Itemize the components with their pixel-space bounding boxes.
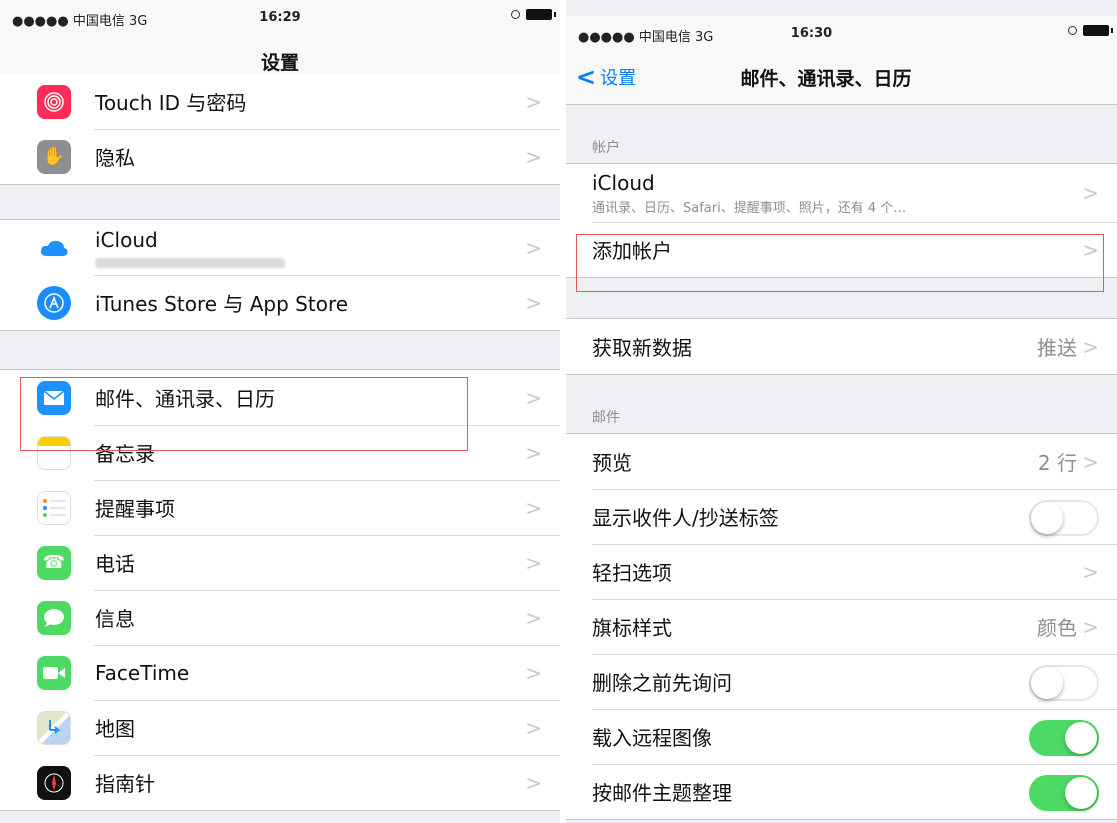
settings-row-mail-contacts-calendars[interactable]: 邮件、通讯录、日历 > xyxy=(0,370,560,425)
settings-row-notes[interactable]: 备忘录 > xyxy=(0,425,560,480)
chevron-right-icon: > xyxy=(525,385,542,410)
swipe-options-row[interactable]: 轻扫选项 > xyxy=(566,544,1117,599)
settings-row-messages[interactable]: 信息 > xyxy=(0,590,560,645)
settings-row-facetime[interactable]: FaceTime > xyxy=(0,645,560,700)
row-value: 推送 xyxy=(1037,336,1077,360)
rotation-lock-icon xyxy=(511,10,520,19)
status-bar: ●●●●● 中国电信 3G 16:30 xyxy=(566,16,1117,50)
chevron-left-icon: < xyxy=(576,63,597,91)
load-remote-images-row: 载入远程图像 xyxy=(566,709,1117,764)
row-label: iTunes Store 与 App Store xyxy=(95,292,349,316)
nav-bar: < 设置 邮件、通讯录、日历 xyxy=(566,50,1117,105)
facetime-icon xyxy=(37,655,71,690)
messages-icon xyxy=(37,600,71,635)
row-label: 备忘录 xyxy=(95,442,155,466)
ask-before-delete-toggle[interactable] xyxy=(1029,665,1099,701)
row-label: FaceTime xyxy=(95,660,190,685)
row-label: 添加帐户 xyxy=(592,239,672,263)
chevron-right-icon: > xyxy=(525,660,542,685)
section-header-mail: 邮件 xyxy=(592,410,620,426)
fetch-new-data-row[interactable]: 获取新数据 推送 > xyxy=(566,319,1117,374)
mail-contacts-calendars-screen: ●●●●● 中国电信 3G 16:30 < 设置 邮件、通讯录、日历 帐户 iC… xyxy=(566,0,1117,823)
chevron-right-icon: > xyxy=(525,715,542,740)
organize-by-thread-toggle[interactable] xyxy=(1029,775,1099,811)
row-label: 指南针 xyxy=(95,772,155,796)
fingerprint-icon xyxy=(37,84,71,119)
chevron-right-icon: > xyxy=(525,290,542,315)
settings-row-reminders[interactable]: 提醒事项 > xyxy=(0,480,560,535)
chevron-right-icon: > xyxy=(525,235,542,260)
settings-screen: ●●●●● 中国电信 3G 16:29 设置 Touch ID 与密码 > ✋ … xyxy=(0,0,560,823)
back-button[interactable]: < 设置 xyxy=(576,64,636,90)
back-label: 设置 xyxy=(600,68,637,89)
chevron-right-icon: > xyxy=(1082,237,1099,262)
phone-icon: ☎ xyxy=(37,545,71,580)
row-label: iCloud xyxy=(592,170,655,195)
chevron-right-icon: > xyxy=(525,605,542,630)
row-label: 信息 xyxy=(95,607,135,631)
chevron-right-icon: > xyxy=(525,770,542,795)
chevron-right-icon: > xyxy=(1082,334,1099,359)
row-label: 轻扫选项 xyxy=(592,561,672,585)
account-row-icloud[interactable]: iCloud 通讯录、日历、Safari、提醒事项、照片，还有 4 个… > xyxy=(566,164,1117,222)
chevron-right-icon: > xyxy=(1082,181,1099,205)
compass-icon xyxy=(37,765,71,800)
chevron-right-icon: > xyxy=(1082,614,1099,639)
page-title: 邮件、通讯录、日历 xyxy=(740,68,912,90)
chevron-right-icon: > xyxy=(525,550,542,575)
row-label: iCloud xyxy=(95,227,158,252)
reminders-icon xyxy=(37,490,71,525)
chevron-right-icon: > xyxy=(525,440,542,465)
settings-row-maps[interactable]: 地图 > xyxy=(0,700,560,755)
chevron-right-icon: > xyxy=(525,144,542,169)
organize-by-thread-row: 按邮件主题整理 xyxy=(566,764,1117,819)
row-value: 2 行 xyxy=(1037,451,1077,475)
account-email-blurred xyxy=(95,257,285,268)
chevron-right-icon: > xyxy=(1082,559,1099,584)
rotation-lock-icon xyxy=(1068,26,1077,35)
cloud-icon xyxy=(37,231,71,265)
row-subtitle: 通讯录、日历、Safari、提醒事项、照片，还有 4 个… xyxy=(592,200,907,216)
mail-icon xyxy=(37,380,71,415)
row-label: 提醒事项 xyxy=(95,497,175,521)
show-to-cc-row: 显示收件人/抄送标签 xyxy=(566,489,1117,544)
row-label: 隐私 xyxy=(95,146,135,170)
maps-icon xyxy=(37,710,71,745)
load-remote-images-toggle[interactable] xyxy=(1029,720,1099,756)
row-label: 邮件、通讯录、日历 xyxy=(95,387,275,411)
battery-icon xyxy=(526,9,556,20)
row-label: 地图 xyxy=(95,717,135,741)
chevron-right-icon: > xyxy=(525,495,542,520)
clock: 16:29 xyxy=(259,10,301,25)
add-account-row[interactable]: 添加帐户 > xyxy=(566,222,1117,277)
app-store-icon xyxy=(37,285,71,320)
ask-before-delete-row: 删除之前先询问 xyxy=(566,654,1117,709)
settings-row-privacy[interactable]: ✋ 隐私 > xyxy=(0,129,560,184)
chevron-right-icon: > xyxy=(1082,449,1099,474)
preview-row[interactable]: 预览 2 行 > xyxy=(566,434,1117,489)
row-label: 电话 xyxy=(95,552,135,576)
row-value: 颜色 xyxy=(1037,616,1077,640)
settings-row-phone[interactable]: ☎ 电话 > xyxy=(0,535,560,590)
row-label: Touch ID 与密码 xyxy=(95,91,247,115)
settings-row-itunes[interactable]: iTunes Store 与 App Store > xyxy=(0,275,560,330)
clock: 16:30 xyxy=(790,26,833,41)
settings-row-icloud[interactable]: iCloud > xyxy=(0,220,560,275)
settings-row-compass[interactable]: 指南针 > xyxy=(0,755,560,810)
battery-icon xyxy=(1083,25,1113,36)
chevron-right-icon: > xyxy=(525,89,542,114)
notes-icon xyxy=(37,435,71,470)
section-header-accounts: 帐户 xyxy=(592,140,620,156)
hand-icon: ✋ xyxy=(37,139,71,174)
show-to-cc-toggle[interactable] xyxy=(1029,500,1099,536)
settings-row-touch-id[interactable]: Touch ID 与密码 > xyxy=(0,74,560,129)
page-title: 设置 xyxy=(260,52,299,74)
flag-style-row[interactable]: 旗标样式 颜色 > xyxy=(566,599,1117,654)
status-bar: ●●●●● 中国电信 3G 16:29 xyxy=(0,0,560,34)
